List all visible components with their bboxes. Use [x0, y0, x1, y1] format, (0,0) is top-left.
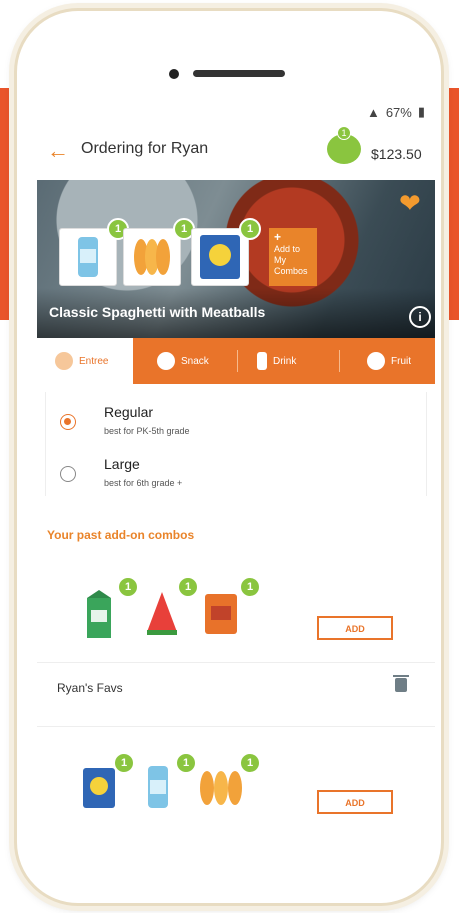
combo-item-watermelon [145, 590, 179, 641]
size-radio-large[interactable] [60, 466, 76, 482]
earpiece-speaker [193, 70, 285, 77]
item-count-badge: 1 [239, 752, 261, 774]
size-note-regular: best for PK-5th grade [104, 426, 190, 436]
milk-carton-icon [87, 590, 111, 638]
tab-divider [237, 350, 238, 372]
apple-icon [367, 352, 385, 370]
combo-item-chips-bag [79, 764, 119, 817]
juice-drink-icon [78, 237, 98, 277]
status-bar: ▲ 67% ▮ [367, 104, 425, 120]
menu-category-tabs: Entree Snack Drink Fruit [37, 338, 435, 384]
app-screen: ▲ 67% ▮ ← Ordering for Ryan 1 $123.50 ❤ … [37, 96, 435, 842]
tab-drink[interactable]: Drink [257, 338, 337, 384]
item-count-badge: 1 [113, 752, 135, 774]
battery-percent: 67% [385, 104, 412, 120]
past-combos-title: Your past add-on combos [47, 528, 195, 542]
chips-bag-icon [200, 235, 240, 279]
add-to-combos-label: Add to My Combos [274, 244, 308, 276]
front-camera [169, 69, 179, 79]
back-arrow-icon[interactable]: ← [47, 138, 69, 164]
favorites-label: Ryan's Favs [57, 681, 123, 695]
chips-bag-icon [83, 768, 115, 808]
size-label-regular: Regular [104, 404, 154, 420]
tab-label: Drink [273, 355, 297, 367]
tab-divider [339, 350, 340, 372]
signal-icon: ▲ [366, 104, 380, 120]
page-title: Ordering for Ryan [81, 140, 209, 157]
item-count-badge: 1 [117, 576, 139, 598]
tab-label: Snack [181, 355, 209, 367]
combo-item-milk-carton [81, 590, 117, 645]
plus-icon: + [274, 230, 282, 244]
juice-drink-icon [148, 766, 168, 808]
tab-entree[interactable]: Entree [37, 338, 133, 384]
hero-item-sliced-peaches[interactable] [123, 228, 181, 286]
section-divider [37, 662, 435, 663]
tab-label: Entree [79, 355, 109, 367]
item-count-badge: 1 [177, 576, 199, 598]
combo-item-juice-drink [141, 762, 175, 817]
size-options: Regular best for PK-5th grade Large best… [45, 392, 427, 496]
bottle-icon [257, 352, 267, 370]
add-to-combos-button[interactable]: + Add to My Combos [269, 228, 317, 286]
background-stripe-right [449, 88, 459, 320]
add-combo-button[interactable]: ADD [317, 616, 393, 640]
sliced-peaches-icon [200, 771, 242, 805]
tab-label: Fruit [391, 355, 411, 367]
app-header: ← Ordering for Ryan 1 $123.50 [37, 124, 435, 180]
size-label-large: Large [104, 456, 140, 472]
hero-item-juice-drink[interactable] [59, 228, 117, 286]
info-icon[interactable]: i [409, 306, 431, 328]
pretzel-icon [157, 352, 175, 370]
favorite-heart-icon[interactable]: ❤ [399, 188, 421, 219]
tab-fruit[interactable]: Fruit [367, 338, 433, 384]
account-balance: $123.50 [371, 146, 422, 162]
tab-snack[interactable]: Snack [157, 338, 237, 384]
combo-item-snack-bag [201, 590, 241, 643]
meal-title: Classic Spaghetti with Meatballs [49, 304, 266, 320]
sliced-peaches-icon [134, 239, 170, 275]
plate-icon [55, 352, 73, 370]
item-count-badge: 1 [239, 576, 261, 598]
size-note-large: best for 6th grade + [104, 478, 183, 488]
hero-item-chips-bag[interactable] [191, 228, 249, 286]
piggy-badge: 1 [337, 126, 351, 140]
size-radio-regular[interactable] [60, 414, 76, 430]
add-combo-button[interactable]: ADD [317, 790, 393, 814]
combo-item-sliced-peaches [195, 768, 247, 813]
battery-icon: ▮ [417, 104, 425, 119]
item-count-badge: 1 [239, 218, 261, 240]
trash-icon[interactable] [393, 675, 409, 692]
snack-bag-icon [205, 594, 237, 634]
watermelon-slice-icon [147, 592, 177, 635]
section-divider [37, 726, 435, 727]
meal-hero-image: ❤ 1 1 1 + Add to My Combos Classic Spagh… [37, 180, 435, 338]
item-count-badge: 1 [175, 752, 197, 774]
